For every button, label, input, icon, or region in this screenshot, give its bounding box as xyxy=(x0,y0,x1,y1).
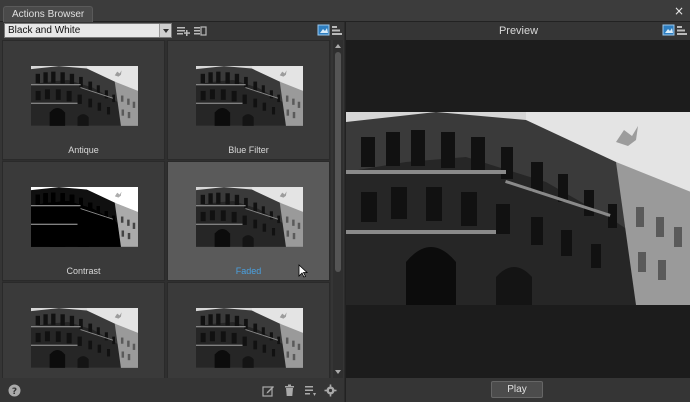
action-item-antique[interactable]: Antique xyxy=(2,40,165,160)
preview-header: Preview xyxy=(346,22,690,40)
category-dropdown-value: Black and White xyxy=(8,25,81,36)
action-item[interactable] xyxy=(167,282,330,378)
preview-footer: Play xyxy=(346,378,690,402)
reorder-icon[interactable] xyxy=(304,384,317,397)
action-item-contrast[interactable]: Contrast xyxy=(2,161,165,281)
scroll-down-icon[interactable] xyxy=(334,368,342,376)
action-item-faded[interactable]: Faded xyxy=(167,161,330,281)
list-view-icon[interactable] xyxy=(676,24,690,37)
svg-text:?: ? xyxy=(12,387,17,397)
edit-icon[interactable] xyxy=(262,384,275,397)
actions-scrollbar[interactable] xyxy=(333,40,343,378)
actions-toolbar: Black and White xyxy=(0,22,344,40)
action-thumbnail xyxy=(196,187,303,247)
trash-icon[interactable] xyxy=(283,384,296,397)
action-item-blue-filter[interactable]: Blue Filter xyxy=(167,40,330,160)
action-item[interactable] xyxy=(2,282,165,378)
add-action-icon[interactable] xyxy=(176,24,190,37)
thumbnail-view-icon[interactable] xyxy=(317,24,331,37)
action-thumbnail xyxy=(196,66,303,126)
action-thumbnail xyxy=(31,187,138,247)
actions-panel: Black and White Antique Blue Filter Cont… xyxy=(0,22,344,402)
action-label: Antique xyxy=(68,145,99,155)
add-group-icon[interactable] xyxy=(193,24,207,37)
actions-grid: Antique Blue Filter Contrast Faded xyxy=(2,40,331,378)
scroll-thumb[interactable] xyxy=(335,52,341,272)
action-label: Blue Filter xyxy=(228,145,269,155)
play-button[interactable]: Play xyxy=(491,381,543,398)
action-thumbnail xyxy=(31,308,138,368)
preview-title: Preview xyxy=(498,25,539,37)
help-icon[interactable]: ? xyxy=(8,384,21,397)
tab-actions-browser[interactable]: Actions Browser xyxy=(3,6,94,22)
preview-image xyxy=(346,112,690,305)
thumbnail-view-icon[interactable] xyxy=(662,24,676,37)
close-icon[interactable]: × xyxy=(673,5,685,17)
mouse-cursor-icon xyxy=(298,264,308,278)
scroll-up-icon[interactable] xyxy=(334,42,342,50)
action-thumbnail xyxy=(31,66,138,126)
actions-bottom-bar: ? xyxy=(0,378,344,402)
preview-panel: Preview Play xyxy=(345,22,690,402)
list-view-icon[interactable] xyxy=(331,24,345,37)
chevron-down-icon[interactable] xyxy=(159,24,171,37)
action-thumbnail xyxy=(196,308,303,368)
gear-icon[interactable] xyxy=(324,384,337,397)
action-label: Contrast xyxy=(66,266,101,276)
category-dropdown[interactable]: Black and White xyxy=(4,23,172,38)
title-bar: Actions Browser × xyxy=(0,0,690,22)
